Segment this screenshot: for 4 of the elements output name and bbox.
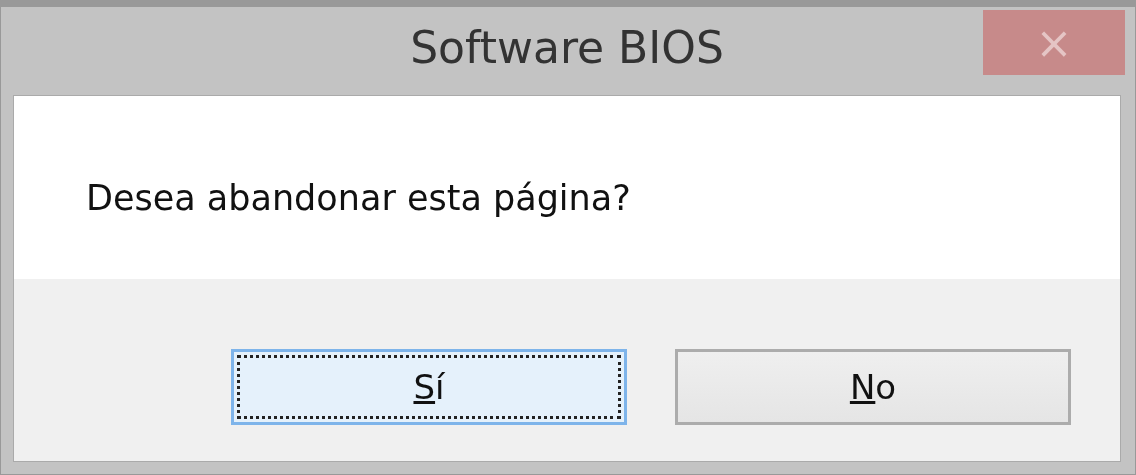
dialog-button[interactable]: No [675, 349, 1071, 425]
dialog-button[interactable]: Sí [231, 349, 627, 425]
message-text: Desea abandonar esta página? [86, 177, 631, 218]
window-title: Software BIOS [410, 21, 724, 73]
